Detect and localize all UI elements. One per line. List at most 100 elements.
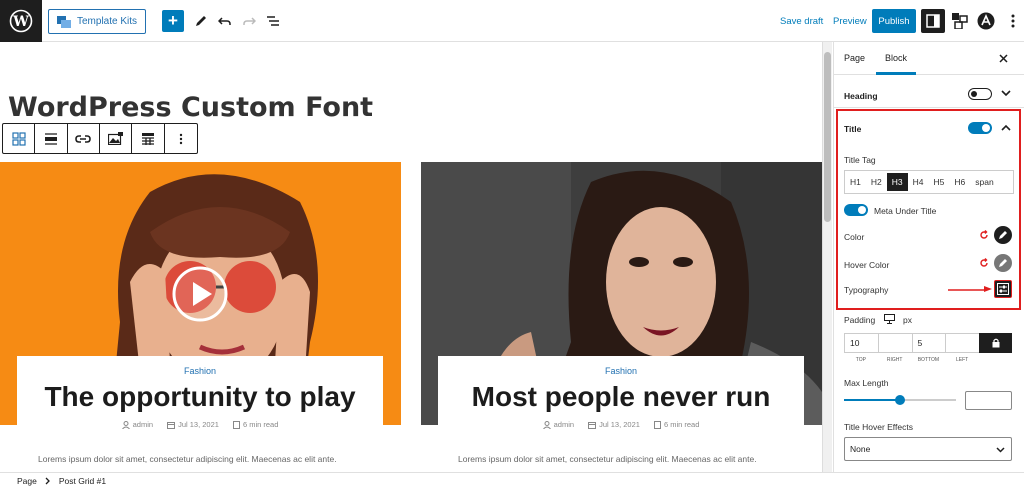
- title-tag-span[interactable]: span: [970, 173, 998, 191]
- chevron-right-icon: [45, 477, 50, 484]
- tools-button[interactable]: [191, 11, 211, 31]
- title-tag-h5[interactable]: H5: [929, 173, 950, 191]
- close-icon[interactable]: [999, 54, 1008, 63]
- publish-button[interactable]: Publish: [872, 9, 916, 33]
- title-tag-label: Title Tag: [844, 155, 876, 165]
- blocks-plugin-button[interactable]: [950, 11, 970, 31]
- settings-button[interactable]: [921, 9, 945, 33]
- post-read-time-text: 6 min read: [242, 420, 279, 429]
- max-length-slider[interactable]: [844, 395, 956, 405]
- more-vertical-icon: [179, 133, 183, 144]
- plus-icon: +: [168, 11, 178, 30]
- chevron-up-icon[interactable]: [1001, 124, 1011, 131]
- post-title[interactable]: Most people never run: [438, 381, 804, 413]
- svg-text:W: W: [12, 14, 29, 30]
- title-tag-h6[interactable]: H6: [949, 173, 970, 191]
- editor-canvas: WordPress Custom Font Fashion The opport…: [0, 42, 822, 472]
- title-tag-h3[interactable]: H3: [886, 173, 908, 191]
- pencil-icon: [196, 16, 206, 26]
- meta-under-title-toggle[interactable]: [844, 204, 868, 216]
- post-grid-icon: [12, 131, 26, 146]
- post-author: admin: [121, 420, 153, 429]
- document-overview-button[interactable]: [263, 11, 283, 31]
- tab-block[interactable]: Block: [885, 53, 907, 63]
- post-meta: admin Jul 13, 2021 6 min read: [438, 420, 804, 429]
- color-label: Color: [844, 232, 865, 242]
- undo-icon: [218, 17, 231, 25]
- slider-handle[interactable]: [895, 395, 905, 405]
- breadcrumb-item[interactable]: Post Grid #1: [59, 476, 106, 486]
- sidebar-tabs: Page Block: [834, 42, 1024, 75]
- preview-button[interactable]: Preview: [833, 16, 867, 27]
- post-card[interactable]: Fashion Most people never run admin Jul …: [421, 162, 822, 462]
- chevron-down-icon: [996, 447, 1005, 453]
- breadcrumb-item[interactable]: Page: [17, 476, 37, 486]
- padding-bottom-input[interactable]: 5: [911, 333, 946, 353]
- padding-top-label: TOP: [855, 357, 866, 363]
- reset-icon[interactable]: [979, 258, 989, 268]
- padding-left-input[interactable]: [945, 333, 979, 353]
- template-kits-button[interactable]: Template Kits: [48, 9, 146, 34]
- typography-settings-button[interactable]: [994, 280, 1012, 298]
- image-button[interactable]: [100, 124, 133, 153]
- post-author-name[interactable]: admin: [554, 420, 574, 429]
- blocks-icon: [952, 13, 968, 29]
- lock-icon: [992, 338, 999, 348]
- post-card[interactable]: Fashion The opportunity to play admin Ju…: [0, 162, 401, 462]
- post-read-time-text: 6 min read: [663, 420, 700, 429]
- post-category[interactable]: Fashion: [17, 366, 383, 376]
- image-icon: [108, 132, 124, 145]
- eyedropper-icon: [999, 259, 1007, 267]
- astra-plugin-button[interactable]: [976, 11, 996, 31]
- title-toggle[interactable]: [968, 122, 992, 134]
- page-title[interactable]: WordPress Custom Font: [8, 92, 373, 123]
- undo-button[interactable]: [215, 11, 235, 31]
- post-content-box: Fashion The opportunity to play admin Ju…: [17, 356, 383, 462]
- desktop-icon[interactable]: [884, 314, 895, 324]
- align-icon: [45, 132, 58, 145]
- canvas-scrollbar[interactable]: [822, 42, 832, 472]
- wordpress-logo-button[interactable]: W: [0, 0, 42, 42]
- link-button[interactable]: [68, 124, 101, 153]
- calendar-icon: [588, 421, 597, 429]
- post-author-name[interactable]: admin: [133, 420, 153, 429]
- title-hover-effects-value: None: [850, 444, 871, 454]
- color-picker-button[interactable]: [994, 226, 1012, 244]
- redo-button[interactable]: [239, 11, 259, 31]
- post-read-time: 6 min read: [653, 420, 700, 429]
- save-draft-button[interactable]: Save draft: [780, 16, 823, 27]
- options-menu-button[interactable]: [1003, 11, 1023, 31]
- padding-link-button[interactable]: [979, 333, 1012, 353]
- layout-button[interactable]: [132, 124, 165, 153]
- title-hover-effects-label: Title Hover Effects: [844, 422, 913, 432]
- reset-icon[interactable]: [979, 230, 989, 240]
- title-tag-h2[interactable]: H2: [866, 173, 887, 191]
- heading-toggle[interactable]: [968, 88, 992, 100]
- padding-unit[interactable]: px: [903, 315, 912, 325]
- editor-top-bar: W Template Kits + Save draft Preview Pub…: [0, 0, 1024, 42]
- post-category[interactable]: Fashion: [438, 366, 804, 376]
- scrollbar-thumb[interactable]: [824, 52, 831, 222]
- align-button[interactable]: [35, 124, 68, 153]
- document-icon: [232, 420, 240, 429]
- padding-right-input[interactable]: [877, 333, 912, 353]
- padding-label: Padding: [844, 315, 876, 325]
- block-breadcrumb: Page Post Grid #1: [0, 472, 1024, 488]
- padding-top-input[interactable]: 10: [844, 333, 878, 353]
- title-hover-effects-select[interactable]: None: [844, 437, 1012, 461]
- chevron-down-icon[interactable]: [1001, 90, 1011, 97]
- post-title[interactable]: The opportunity to play: [17, 381, 383, 413]
- eyedropper-icon: [999, 231, 1007, 239]
- wordpress-icon: W: [9, 9, 33, 33]
- block-options-button[interactable]: [165, 124, 197, 153]
- sidebar-panel-icon: [926, 14, 940, 28]
- meta-under-title-label: Meta Under Title: [874, 206, 937, 216]
- title-tag-h4[interactable]: H4: [908, 173, 929, 191]
- hover-color-picker-button[interactable]: [994, 254, 1012, 272]
- title-tag-h1[interactable]: H1: [845, 173, 866, 191]
- block-type-button[interactable]: [3, 124, 36, 153]
- add-block-button[interactable]: +: [162, 10, 184, 32]
- tab-page[interactable]: Page: [844, 53, 865, 63]
- block-toolbar: [2, 123, 198, 154]
- max-length-input[interactable]: [965, 391, 1012, 410]
